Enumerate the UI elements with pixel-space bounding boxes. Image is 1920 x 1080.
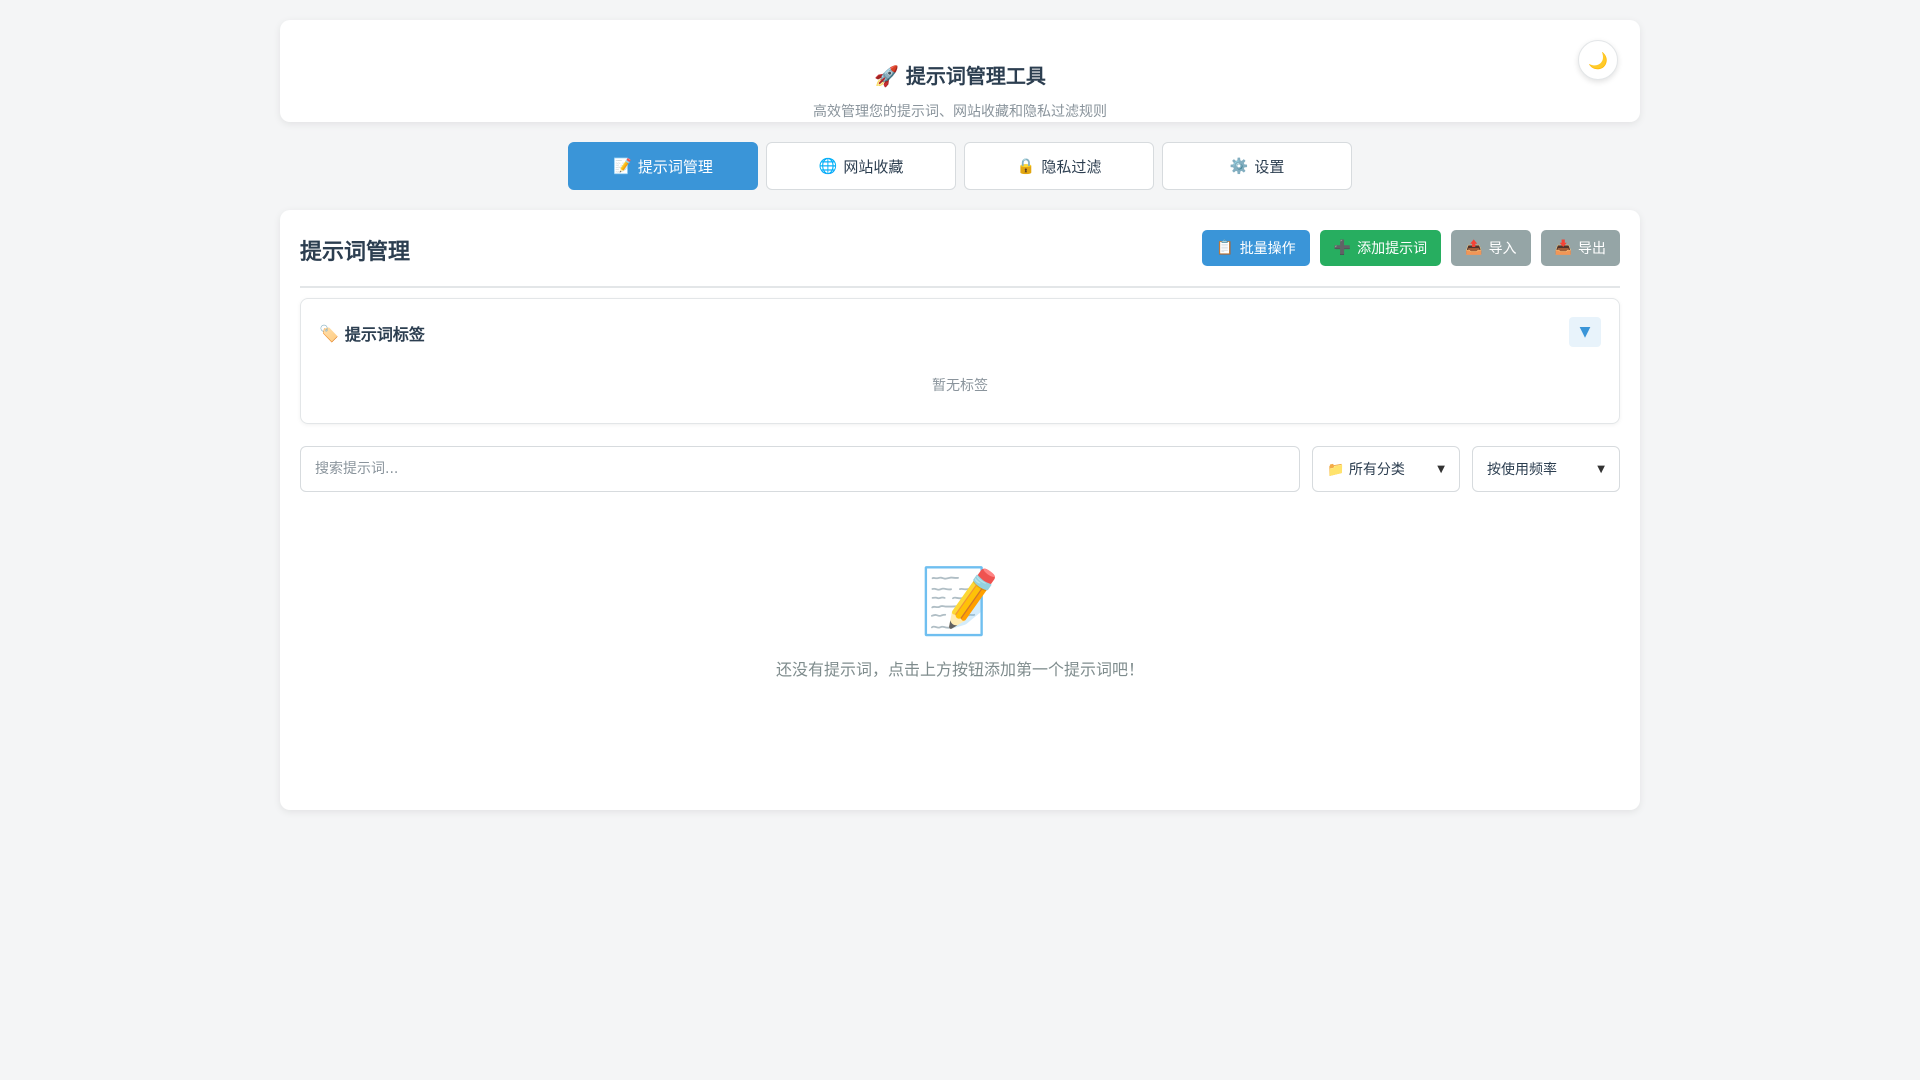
outbox-tray-icon: 📤 (1465, 240, 1483, 256)
batch-operation-button[interactable]: 📋 批量操作 (1202, 230, 1310, 266)
inbox-tray-icon: 📥 (1554, 240, 1572, 256)
category-select-value: 📁 所有分类 (1327, 459, 1405, 479)
select-value-text: 所有分类 (1348, 462, 1405, 478)
memo-icon: 📝 (613, 157, 632, 175)
tab-label: 设置 (1254, 157, 1285, 176)
panel-title: 提示词管理 (300, 240, 411, 265)
sort-select-value: 按使用频率 (1487, 462, 1557, 478)
tab-prompts[interactable]: 📝 提示词管理 (568, 142, 758, 190)
tab-websites[interactable]: 🌐 网站收藏 (766, 142, 956, 190)
globe-icon: 🌐 (818, 157, 838, 175)
label-tag-icon: 🏷️ (319, 323, 339, 343)
add-prompt-button[interactable]: ➕ 添加提示词 (1319, 230, 1442, 266)
tab-label: 提示词管理 (637, 157, 713, 176)
tab-privacy[interactable]: 🔒 隐私过滤 (964, 142, 1154, 190)
tags-empty-text: 暂无标签 (932, 378, 988, 394)
gear-icon: ⚙️ (1229, 157, 1249, 175)
tags-title: 🏷️ 提示词标签 (319, 321, 425, 345)
category-select[interactable]: 📁 所有分类 ▼ (1312, 446, 1460, 492)
main-tabs: 📝 提示词管理 🌐 网站收藏 🔒 隐私过滤 ⚙️ 设置 (568, 142, 1352, 190)
app-header: 🚀 提示词管理工具 高效管理您的提示词、网站收藏和隐私过滤规则 🌙 (280, 20, 1640, 122)
tags-title-text: 提示词标签 (344, 325, 425, 344)
search-input[interactable] (300, 446, 1300, 492)
tab-label: 网站收藏 (843, 157, 904, 176)
button-label: 导出 (1578, 241, 1606, 257)
plus-icon: ➕ (1333, 240, 1352, 256)
folder-icon: 📁 (1327, 462, 1345, 478)
chevron-down-icon: ▼ (1597, 463, 1605, 475)
button-label: 添加提示词 (1357, 241, 1428, 257)
tags-collapse-button[interactable]: ▼ (1569, 317, 1601, 347)
export-button[interactable]: 📥 导出 (1540, 230, 1620, 266)
clipboard-icon: 📋 (1216, 240, 1234, 256)
app-subtitle: 高效管理您的提示词、网站收藏和隐私过滤规则 (813, 104, 1107, 120)
tags-section: 🏷️ 提示词标签 ▼ 暂无标签 (300, 298, 1620, 424)
panel-header: 提示词管理 📋 批量操作 ➕ 添加提示词 📤 导入 📥 导出 (300, 230, 1620, 288)
filter-bar: 📁 所有分类 ▼ 按使用频率 ▼ (300, 446, 1620, 492)
theme-toggle-button[interactable]: 🌙 (1578, 40, 1618, 80)
button-label: 批量操作 (1239, 241, 1296, 257)
chevron-down-icon: ▼ (1437, 463, 1445, 475)
empty-state: 📝 还没有提示词，点击上方按钮添加第一个提示词吧！ (280, 564, 1640, 680)
chevron-down-icon: ▼ (1579, 324, 1591, 340)
import-button[interactable]: 📤 导入 (1451, 230, 1531, 266)
lock-icon: 🔒 (1016, 157, 1036, 175)
tab-label: 隐私过滤 (1041, 157, 1102, 176)
prompts-panel: 提示词管理 📋 批量操作 ➕ 添加提示词 📤 导入 📥 导出 🏷️ 提示词标签 (280, 210, 1640, 810)
sort-select[interactable]: 按使用频率 ▼ (1472, 446, 1620, 492)
button-label: 导入 (1488, 241, 1517, 257)
empty-state-text: 还没有提示词，点击上方按钮添加第一个提示词吧！ (775, 660, 1144, 679)
moon-icon: 🌙 (1588, 50, 1608, 70)
app-title: 🚀 提示词管理工具 (874, 64, 1046, 88)
action-buttons: 📋 批量操作 ➕ 添加提示词 📤 导入 📥 导出 (1202, 230, 1620, 266)
tab-settings[interactable]: ⚙️ 设置 (1162, 142, 1352, 190)
memo-icon: 📝 (920, 565, 1000, 639)
